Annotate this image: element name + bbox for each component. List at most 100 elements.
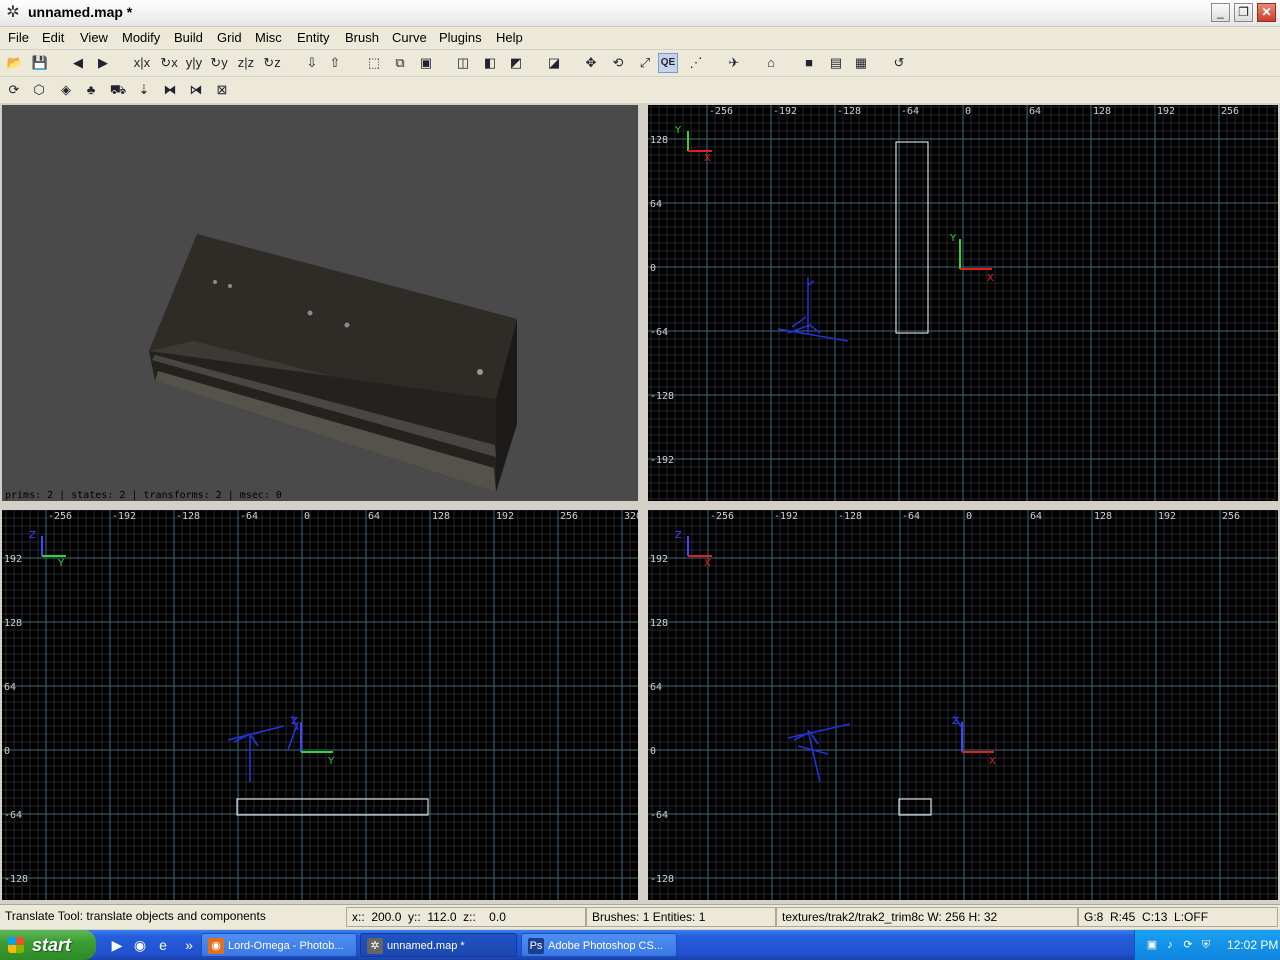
ie-icon[interactable]: e xyxy=(154,936,172,954)
plugin-shader-icon[interactable]: ◈ xyxy=(56,80,76,100)
status-bar: Translate Tool: translate objects and co… xyxy=(0,904,1280,929)
plugin-tank-icon[interactable]: ⛟ xyxy=(108,80,128,100)
volume-icon[interactable]: ♪ xyxy=(1163,938,1177,952)
clipper-icon[interactable]: ◫ xyxy=(453,53,473,73)
minimize-button[interactable]: _ xyxy=(1211,3,1230,22)
rotate-z-icon[interactable]: ↻z xyxy=(262,53,282,73)
camera-icon[interactable]: ◪ xyxy=(544,53,564,73)
csg-hollow-icon[interactable]: ▣ xyxy=(416,53,436,73)
plugin-hexagon-icon[interactable]: ⬡ xyxy=(29,80,49,100)
grid-label-h: -64 xyxy=(902,511,920,522)
media-player-icon[interactable]: ▶ xyxy=(108,936,126,954)
grid-svg: -256 -192 -128 -64 0 64 128 192 256 320 192 128 64 0 -… xyxy=(2,510,638,900)
start-button[interactable]: start xyxy=(0,930,96,960)
grid-label-h: -192 xyxy=(112,511,136,522)
flip-x-icon[interactable]: x|x xyxy=(132,53,152,73)
grid-label-v: -64 xyxy=(4,810,22,821)
start-label: start xyxy=(32,935,72,955)
plugin-tree-icon[interactable]: ♣ xyxy=(81,80,101,100)
axis-label-v: Z xyxy=(29,530,36,541)
side-view-xz[interactable]: -256 -192 -128 -64 0 64 128 192 256 320 192 128 64 0 -… xyxy=(2,510,638,900)
top-view-xy[interactable]: -256 -192 -128 -64 0 64 128 192 256 128 64 0 -64 -128… xyxy=(648,105,1278,501)
plugin-cycle-icon[interactable]: ⟳ xyxy=(4,80,24,100)
camera-render xyxy=(149,234,517,492)
security-icon[interactable]: ⛨ xyxy=(1199,938,1213,952)
grid-label-v: -192 xyxy=(650,455,674,466)
selected-brush[interactable] xyxy=(236,798,429,816)
menu-modify[interactable]: Modify xyxy=(122,30,160,45)
texture-cube-icon[interactable]: ■ xyxy=(799,53,819,73)
checker-icon[interactable]: ▦ xyxy=(851,53,871,73)
menu-build[interactable]: Build xyxy=(174,30,203,45)
menu-edit[interactable]: Edit xyxy=(42,30,64,45)
menu-curve[interactable]: Curve xyxy=(392,30,427,45)
open-folder-icon[interactable]: 📂 xyxy=(5,53,25,73)
window-title: unnamed.map * xyxy=(28,4,133,20)
plugin-drop-icon[interactable]: ⇣ xyxy=(134,80,154,100)
network-icon[interactable]: ▣ xyxy=(1145,938,1159,952)
close-button[interactable]: ✕ xyxy=(1257,3,1276,22)
rotate-tool-icon[interactable]: ⟲ xyxy=(608,53,628,73)
task-button[interactable]: ✲ unnamed.map * xyxy=(360,933,517,957)
view-change-icon[interactable]: ◧ xyxy=(480,53,500,73)
grid-label-v: -128 xyxy=(650,391,674,402)
menu-grid[interactable]: Grid xyxy=(217,30,242,45)
csg-subtract-icon[interactable]: ⬚ xyxy=(364,53,384,73)
camera-view[interactable]: prims: 2 | states: 2 | transforms: 2 | m… xyxy=(2,105,638,501)
task-button[interactable]: Ps Adobe Photoshop CS... xyxy=(521,933,677,957)
select-touching-icon[interactable]: ⇧ xyxy=(325,53,345,73)
front-view-yz[interactable]: -256 -192 -128 -64 0 64 128 192 256 192 128 64 0 -64 -… xyxy=(648,510,1278,900)
plugin-split-icon[interactable]: ⧒ xyxy=(186,80,206,100)
rotate-y-icon[interactable]: ↻y xyxy=(209,53,229,73)
rotate-x-icon[interactable]: ↻x xyxy=(159,53,179,73)
menu-entity[interactable]: Entity xyxy=(297,30,330,45)
grid-label-h: 192 xyxy=(1158,511,1176,522)
grid-label-v: 192 xyxy=(4,554,22,565)
vertex-edit-icon[interactable]: ⋰ xyxy=(686,53,706,73)
arrow-right-icon[interactable]: ▶ xyxy=(93,53,113,73)
translate-icon[interactable]: ✥ xyxy=(581,53,601,73)
select-complete-tall-icon[interactable]: ⇩ xyxy=(302,53,322,73)
grid-label-h: -192 xyxy=(773,106,797,117)
grid-label-h: 128 xyxy=(1093,106,1111,117)
flip-y-icon[interactable]: y|y xyxy=(184,53,204,73)
task-label: Adobe Photoshop CS... xyxy=(548,940,663,952)
texture-list-icon[interactable]: ▤ xyxy=(826,53,846,73)
plugin-clear-icon[interactable]: ⊠ xyxy=(212,80,232,100)
menu-plugins[interactable]: Plugins xyxy=(439,30,482,45)
save-icon[interactable]: 💾 xyxy=(30,53,50,73)
grid-svg: -256 -192 -128 -64 0 64 128 192 256 192 128 64 0 -64 -… xyxy=(648,510,1278,900)
more-icon[interactable]: » xyxy=(180,936,198,954)
csg-merge-icon[interactable]: ⧉ xyxy=(390,53,410,73)
menu-brush[interactable]: Brush xyxy=(345,30,379,45)
entity-icon[interactable]: ✈ xyxy=(724,53,744,73)
grid-label-h: -128 xyxy=(176,511,200,522)
grid-label-v: 192 xyxy=(650,554,668,565)
grid-label-v: 64 xyxy=(650,682,662,693)
grid-label-h: 64 xyxy=(1030,511,1042,522)
menu-misc[interactable]: Misc xyxy=(255,30,282,45)
menu-help[interactable]: Help xyxy=(496,30,523,45)
patch-icon[interactable]: ⌂ xyxy=(761,53,781,73)
task-button[interactable]: ◉ Lord-Omega - Photob... xyxy=(201,933,357,957)
arrow-left-icon[interactable]: ◀ xyxy=(68,53,88,73)
grid-label-h: 128 xyxy=(432,511,450,522)
gizmo-label-h: X xyxy=(987,273,994,284)
view-cube-icon[interactable]: ◩ xyxy=(506,53,526,73)
menu-view[interactable]: View xyxy=(80,30,108,45)
grid-label-v: -128 xyxy=(650,874,674,885)
qe-tool-icon[interactable]: QE xyxy=(658,53,678,73)
grid-label-h: -256 xyxy=(709,106,733,117)
gizmo-label-v: Y xyxy=(949,233,957,244)
plugin-mirror-icon[interactable]: ⧓ xyxy=(160,80,180,100)
menu-file[interactable]: File xyxy=(8,30,29,45)
refresh-icon[interactable]: ↺ xyxy=(889,53,909,73)
scale-tool-icon[interactable]: ⤢ xyxy=(635,53,655,73)
selected-brush[interactable] xyxy=(898,798,932,816)
firefox-icon[interactable]: ◉ xyxy=(131,936,149,954)
grid-label-h: 256 xyxy=(560,511,578,522)
flip-z-icon[interactable]: z|z xyxy=(236,53,256,73)
restore-button[interactable]: ❐ xyxy=(1234,3,1253,22)
photoshop-icon: Ps xyxy=(528,938,544,954)
sync-icon[interactable]: ⟳ xyxy=(1181,938,1195,952)
